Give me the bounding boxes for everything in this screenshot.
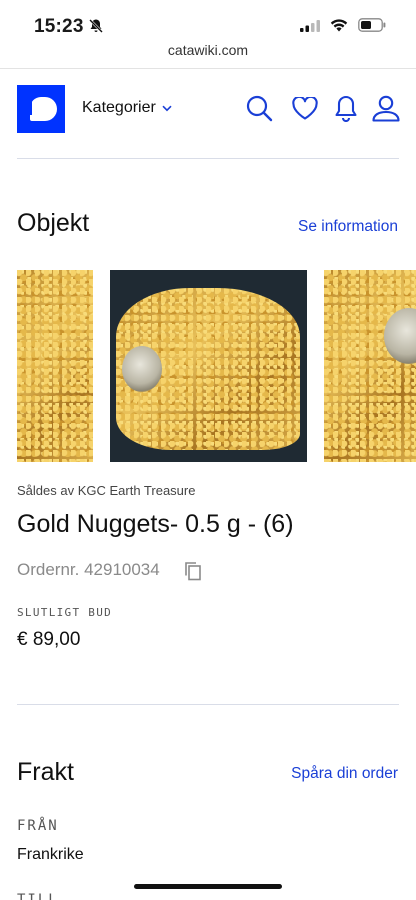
- chevron-down-icon: [162, 99, 172, 117]
- to-label: TILL: [17, 892, 59, 900]
- header-divider: [17, 158, 399, 159]
- order-number: Ordernr. 42910034: [17, 560, 160, 579]
- search-icon[interactable]: [245, 94, 273, 127]
- product-title: Gold Nuggets- 0.5 g - (6): [17, 510, 294, 538]
- shipping-section-title: Frakt: [17, 758, 74, 786]
- categories-label: Kategorier: [82, 99, 156, 116]
- bell-muted-icon: [88, 18, 104, 39]
- status-time: 15:23: [34, 16, 84, 37]
- catawiki-logo[interactable]: [17, 85, 65, 133]
- product-image-prev[interactable]: [17, 270, 93, 462]
- product-image-next[interactable]: [324, 270, 416, 462]
- from-label: FRÅN: [17, 818, 59, 834]
- section-divider: [17, 704, 399, 705]
- copy-icon[interactable]: [184, 561, 202, 586]
- status-indicators: [300, 18, 386, 37]
- categories-dropdown[interactable]: Kategorier: [82, 99, 172, 117]
- image-carousel[interactable]: [0, 270, 416, 462]
- object-section-title: Objekt: [17, 209, 90, 237]
- see-information-link[interactable]: Se information: [298, 218, 398, 236]
- product-image-main[interactable]: [110, 270, 307, 462]
- heart-icon[interactable]: [292, 95, 318, 125]
- battery-icon: [358, 18, 386, 37]
- coin-image: [122, 346, 162, 392]
- site-header: Kategorier: [0, 70, 416, 148]
- track-order-link[interactable]: Spåra din order: [291, 765, 398, 783]
- seller-text: Såldes av KGC Earth Treasure: [17, 483, 196, 498]
- signal-icon: [300, 19, 320, 37]
- browser-divider: [0, 68, 416, 69]
- browser-url[interactable]: catawiki.com: [0, 42, 416, 58]
- bell-icon[interactable]: [335, 95, 357, 127]
- final-bid-price: € 89,00: [17, 629, 81, 650]
- wifi-icon: [330, 18, 348, 37]
- home-indicator[interactable]: [134, 884, 282, 889]
- final-bid-label: SLUTLIGT BUD: [17, 606, 113, 619]
- user-icon[interactable]: [372, 95, 400, 127]
- status-bar: 15:23: [0, 0, 416, 44]
- from-value: Frankrike: [17, 846, 84, 863]
